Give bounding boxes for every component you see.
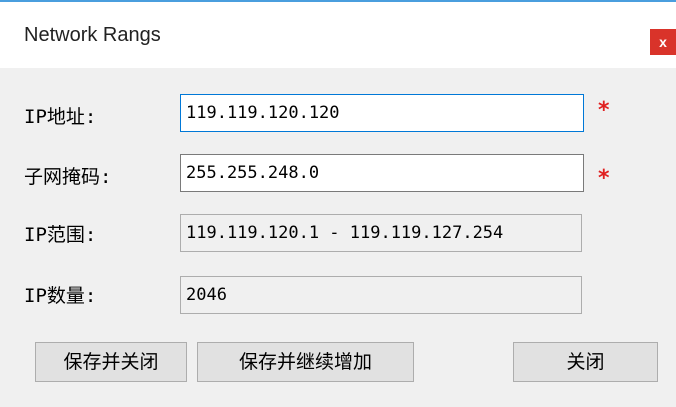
- network-ranges-dialog: Network Rangs x IP地址: 119.119.120.120 * …: [0, 0, 676, 407]
- close-button[interactable]: 关闭: [513, 342, 658, 382]
- ip-count-label: IP数量:: [24, 285, 97, 307]
- ip-address-input[interactable]: 119.119.120.120: [180, 94, 584, 132]
- ip-address-required-mark: *: [598, 98, 610, 123]
- dialog-title: Network Rangs: [24, 24, 161, 46]
- ip-range-label: IP范围:: [24, 224, 97, 246]
- ip-range-field: 119.119.120.1 - 119.119.127.254: [180, 214, 582, 252]
- ip-address-label: IP地址:: [24, 106, 97, 128]
- save-and-continue-button[interactable]: 保存并继续增加: [197, 342, 414, 382]
- close-icon[interactable]: x: [650, 29, 676, 55]
- title-bar[interactable]: Network Rangs x: [0, 2, 676, 68]
- subnet-mask-label: 子网掩码:: [24, 166, 112, 188]
- save-and-close-button[interactable]: 保存并关闭: [35, 342, 187, 382]
- subnet-mask-required-mark: *: [598, 166, 610, 191]
- ip-count-field: 2046: [180, 276, 582, 314]
- subnet-mask-input[interactable]: 255.255.248.0: [180, 154, 584, 192]
